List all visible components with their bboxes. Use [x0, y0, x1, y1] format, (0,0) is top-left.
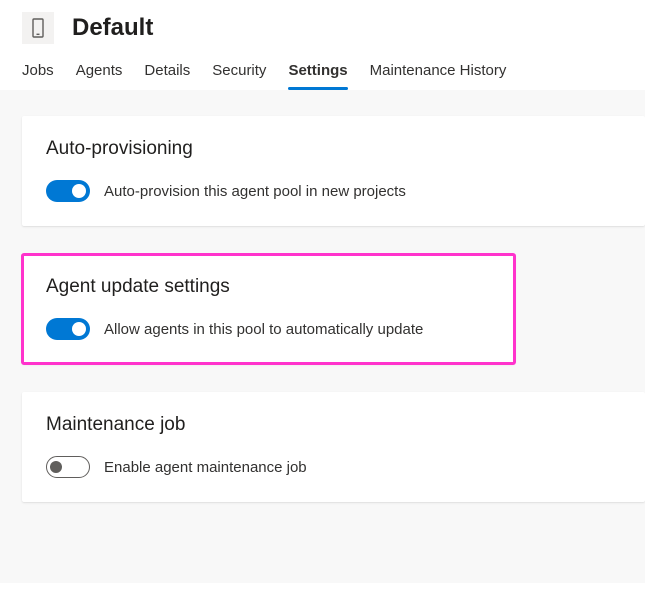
toggle-knob	[72, 322, 86, 336]
section-title-agent-update: Agent update settings	[46, 276, 491, 298]
tab-security[interactable]: Security	[212, 62, 266, 89]
agent-update-label: Allow agents in this pool to automatical…	[104, 321, 423, 338]
toggle-knob	[72, 184, 86, 198]
settings-content: Auto-provisioning Auto-provision this ag…	[0, 90, 645, 583]
agent-update-section: Agent update settings Allow agents in th…	[22, 254, 515, 364]
tab-details[interactable]: Details	[144, 62, 190, 89]
auto-provision-label: Auto-provision this agent pool in new pr…	[104, 183, 406, 200]
tabs: Jobs Agents Details Security Settings Ma…	[0, 52, 645, 90]
tab-jobs[interactable]: Jobs	[22, 62, 54, 89]
tab-agents[interactable]: Agents	[76, 62, 123, 89]
agent-update-toggle[interactable]	[46, 318, 90, 340]
section-title-maintenance-job: Maintenance job	[46, 414, 621, 436]
auto-provision-row: Auto-provision this agent pool in new pr…	[46, 180, 621, 202]
toggle-knob	[50, 461, 62, 473]
auto-provision-toggle[interactable]	[46, 180, 90, 202]
pool-icon	[22, 12, 54, 44]
page-title: Default	[72, 14, 153, 42]
auto-provisioning-section: Auto-provisioning Auto-provision this ag…	[22, 116, 645, 226]
maintenance-job-label: Enable agent maintenance job	[104, 459, 307, 476]
tab-maintenance-history[interactable]: Maintenance History	[370, 62, 507, 89]
page-header: Default	[0, 0, 645, 52]
agent-update-row: Allow agents in this pool to automatical…	[46, 318, 491, 340]
section-title-auto-provisioning: Auto-provisioning	[46, 138, 621, 160]
tab-settings[interactable]: Settings	[288, 62, 347, 89]
maintenance-job-section: Maintenance job Enable agent maintenance…	[22, 392, 645, 502]
maintenance-job-toggle[interactable]	[46, 456, 90, 478]
maintenance-job-row: Enable agent maintenance job	[46, 456, 621, 478]
